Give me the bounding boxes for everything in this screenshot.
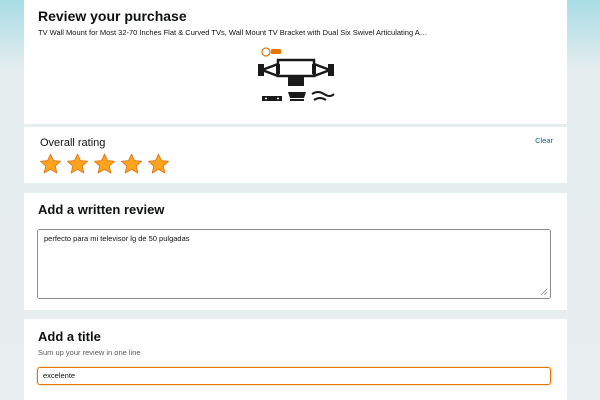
title-heading: Add a title bbox=[38, 329, 101, 344]
written-review-card: Add a written review perfecto para mi te… bbox=[24, 193, 567, 310]
purchase-card: Review your purchase TV Wall Mount for M… bbox=[24, 0, 567, 124]
resize-handle-icon[interactable] bbox=[540, 288, 547, 295]
page-title: Review your purchase bbox=[38, 8, 187, 24]
title-hint: Sum up your review in one line bbox=[38, 348, 141, 357]
written-review-heading: Add a written review bbox=[38, 202, 165, 217]
product-name: TV Wall Mount for Most 32-70 Inches Flat… bbox=[38, 28, 428, 37]
star-icon-4[interactable] bbox=[119, 153, 144, 175]
rating-card: Overall rating Clear bbox=[24, 127, 567, 183]
title-input-value: excelente bbox=[43, 371, 76, 380]
product-image bbox=[258, 47, 335, 101]
review-textarea[interactable]: perfecto para mi televisor lg de 50 pulg… bbox=[37, 229, 551, 299]
star-rating bbox=[38, 153, 171, 175]
star-icon-5[interactable] bbox=[146, 153, 171, 175]
title-input[interactable]: excelente bbox=[37, 367, 551, 385]
star-icon-3[interactable] bbox=[92, 153, 117, 175]
star-icon-1[interactable] bbox=[38, 153, 63, 175]
clear-rating-link[interactable]: Clear bbox=[535, 136, 553, 145]
rating-label: Overall rating bbox=[40, 137, 106, 149]
star-icon-2[interactable] bbox=[65, 153, 90, 175]
title-card: Add a title Sum up your review in one li… bbox=[24, 319, 567, 400]
review-text: perfecto para mi televisor lg de 50 pulg… bbox=[44, 234, 190, 243]
